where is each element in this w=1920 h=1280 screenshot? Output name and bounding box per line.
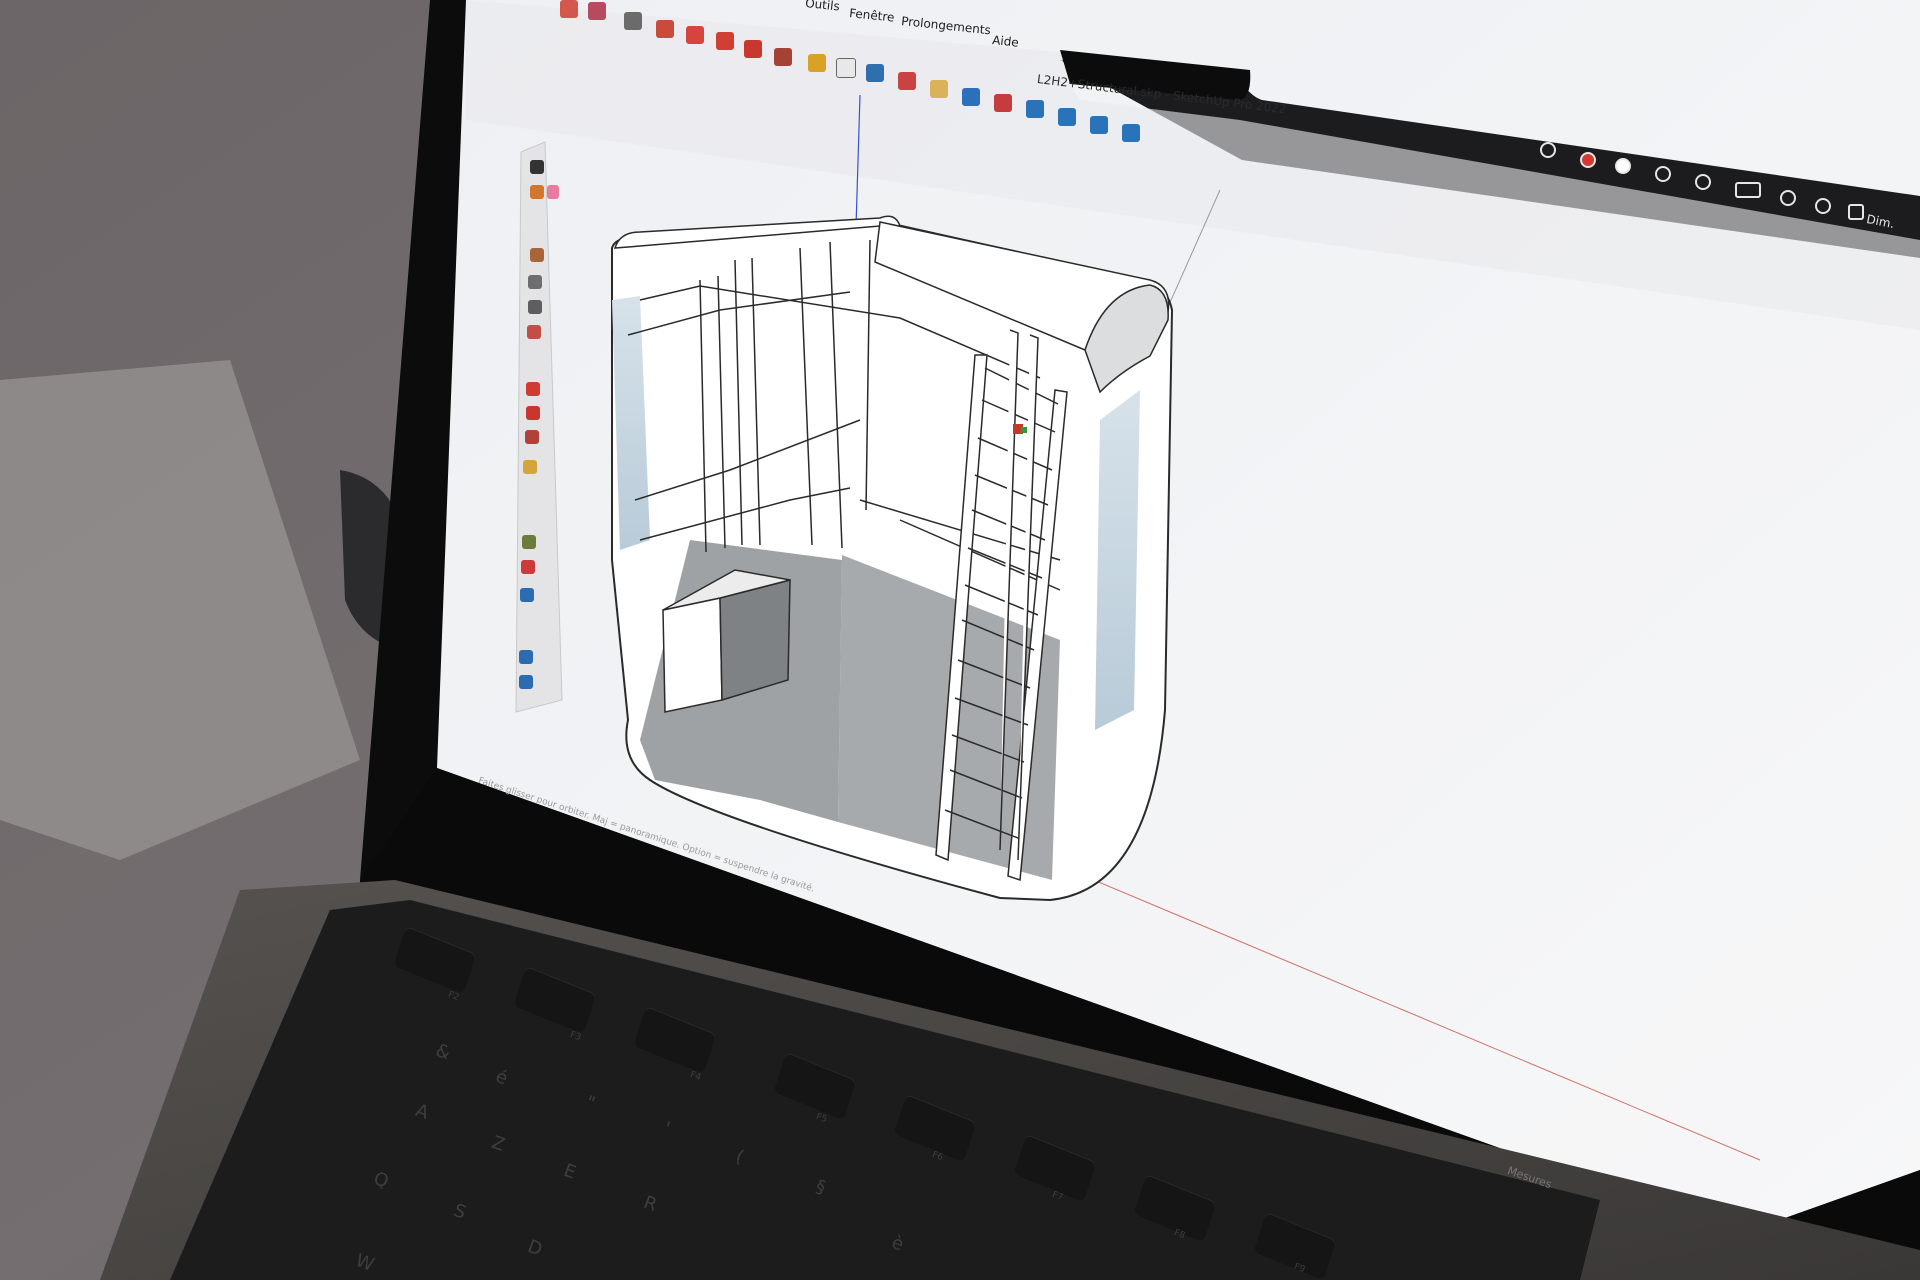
photo-scene	[0, 0, 1920, 1280]
extension-icon[interactable]	[1058, 108, 1076, 126]
time-machine-icon[interactable]	[1695, 174, 1711, 190]
offset-icon[interactable]	[686, 26, 704, 44]
zoom-extents-icon[interactable]	[994, 94, 1012, 112]
airdrop-icon[interactable]	[1540, 142, 1556, 158]
axes-icon[interactable]	[522, 535, 536, 549]
tape-measure-icon[interactable]	[808, 54, 826, 72]
pan-icon[interactable]	[930, 80, 948, 98]
warehouse-icon[interactable]	[1026, 100, 1044, 118]
arc-icon[interactable]	[527, 325, 541, 339]
paint-bucket-icon[interactable]	[530, 185, 544, 199]
arc-icon[interactable]	[588, 2, 606, 20]
orbit-icon[interactable]	[521, 560, 535, 574]
eraser-icon[interactable]	[547, 185, 559, 199]
rectangle-icon[interactable]	[528, 275, 542, 289]
rotate-icon[interactable]	[526, 406, 540, 420]
section-plane-icon[interactable]	[519, 675, 533, 689]
styles-icon[interactable]	[1090, 116, 1108, 134]
pencil-icon[interactable]	[560, 0, 578, 18]
paint-bucket-icon[interactable]	[866, 64, 884, 82]
zoom-icon[interactable]	[520, 588, 534, 602]
orbit-icon[interactable]	[898, 72, 916, 90]
scale-icon[interactable]	[525, 430, 539, 444]
battery-icon[interactable]	[1735, 182, 1761, 198]
control-center-icon[interactable]	[1848, 204, 1864, 220]
menu-item-aide[interactable]: Aide	[992, 33, 1020, 50]
search-icon[interactable]	[1815, 198, 1831, 214]
walk-icon[interactable]	[519, 650, 533, 664]
push-pull-icon[interactable]	[656, 20, 674, 38]
tape-measure-icon[interactable]	[523, 460, 537, 474]
move-icon[interactable]	[526, 382, 540, 396]
scale-icon[interactable]	[774, 48, 792, 66]
text-icon[interactable]	[836, 58, 856, 78]
select-icon[interactable]	[530, 160, 544, 174]
layers-icon[interactable]	[1122, 124, 1140, 142]
zoom-icon[interactable]	[962, 88, 980, 106]
line-icon[interactable]	[530, 248, 544, 262]
circle-icon[interactable]	[528, 300, 542, 314]
wifi-icon[interactable]	[1780, 190, 1796, 206]
target-icon[interactable]	[1655, 166, 1671, 182]
shape-icon[interactable]	[624, 12, 642, 30]
move-icon[interactable]	[716, 32, 734, 50]
3d-model-van-interior[interactable]	[611, 215, 1174, 902]
rotate-icon[interactable]	[744, 40, 762, 58]
app-icon[interactable]	[1615, 158, 1631, 174]
record-icon[interactable]	[1580, 152, 1596, 168]
